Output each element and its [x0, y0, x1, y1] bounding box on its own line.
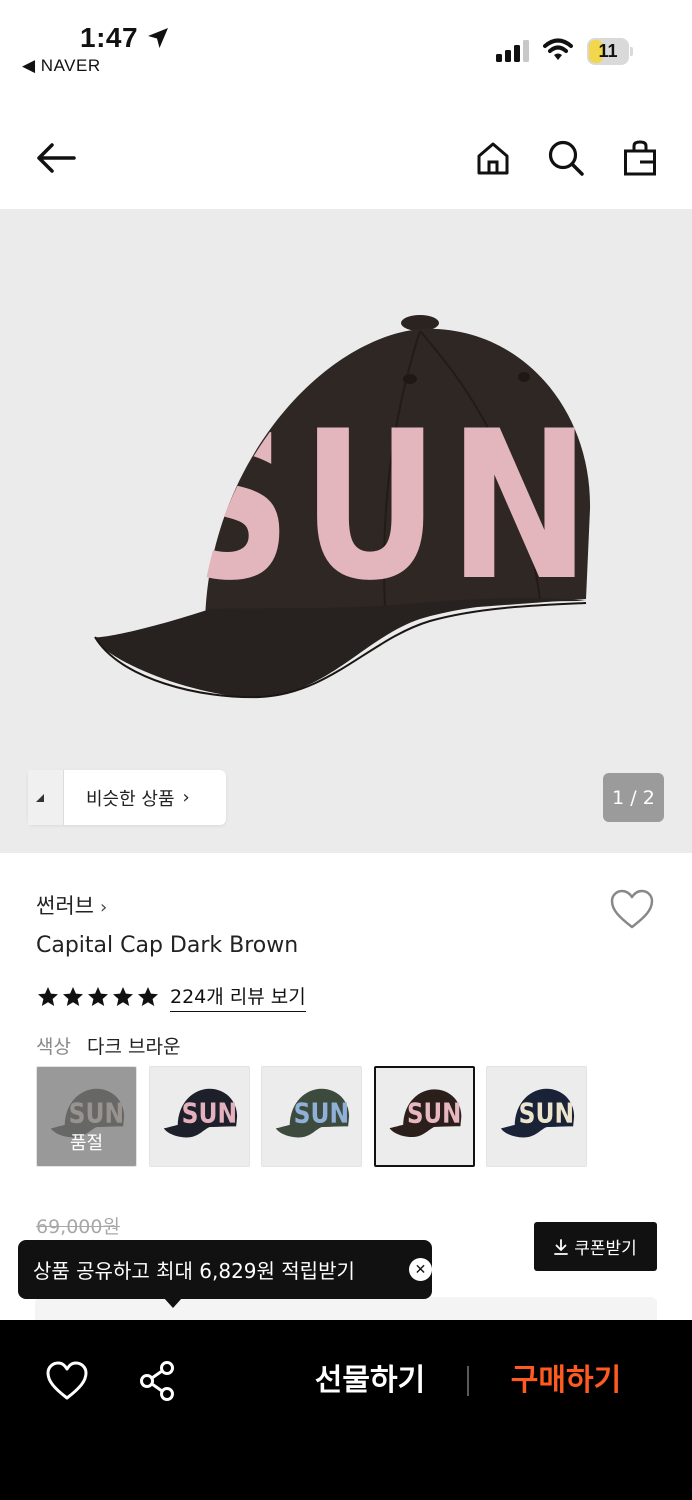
star-icon: [63, 987, 83, 1006]
star-icon: [88, 987, 108, 1006]
gift-button[interactable]: 선물하기: [300, 1358, 440, 1404]
rating-row: 224개 리뷰 보기: [36, 982, 306, 1012]
wifi-icon: [543, 38, 573, 60]
swatch-cap-thumbnail: SUN: [163, 1088, 238, 1138]
swatch-cap-thumbnail: SUN: [389, 1089, 462, 1138]
download-icon: [554, 1238, 569, 1255]
chevron-right-icon: ›: [99, 897, 108, 918]
search-icon: [548, 140, 584, 176]
similar-products-button[interactable]: 비슷한 상품 ›: [28, 770, 226, 825]
soldout-label: 품절: [69, 1133, 104, 1154]
heart-icon[interactable]: [44, 1360, 90, 1402]
location-arrow-icon: [148, 28, 168, 48]
swatch-cap-logo: SUN: [519, 1096, 574, 1129]
product-image-gallery[interactable]: SUN 비슷한 상품 › 1 / 2: [0, 209, 692, 853]
rating-stars: [36, 985, 160, 1009]
image-counter: 1 / 2: [603, 773, 664, 822]
bottom-action-bar: 선물하기 구매하기: [0, 1320, 692, 1500]
brand-name: 썬러브: [36, 894, 94, 918]
arrow-left-icon: [37, 143, 76, 173]
swatch-cap-thumbnail: SUN: [500, 1088, 575, 1138]
home-icon: [477, 142, 509, 175]
color-swatch[interactable]: SUN: [149, 1066, 250, 1167]
back-button[interactable]: [26, 118, 86, 198]
swatch-cap-thumbnail: SUN: [275, 1088, 350, 1138]
buy-button[interactable]: 구매하기: [496, 1358, 636, 1404]
bottom-bar-divider: [467, 1366, 469, 1396]
battery-level: 11: [598, 41, 618, 61]
coupon-button[interactable]: 쿠폰받기: [534, 1222, 657, 1271]
cellular-signal-icon: [496, 40, 529, 62]
share-reward-tooltip: 상품 공유하고 최대 6,829원 적립받기 ✕: [18, 1240, 432, 1308]
original-price: 69,000원: [36, 1216, 120, 1238]
close-circle-icon[interactable]: ✕: [409, 1258, 432, 1281]
color-swatches: SUN품절 SUN SUN SUN SUN: [36, 1066, 596, 1168]
star-icon: [38, 987, 58, 1006]
swatch-cap-logo: SUN: [407, 1098, 461, 1129]
cap-logo-text: SUN: [170, 388, 600, 626]
battery-indicator: 11: [587, 38, 633, 65]
color-value: 다크 브라운: [87, 1036, 181, 1058]
tooltip-text: 상품 공유하고 최대 6,829원 적립받기: [33, 1259, 355, 1283]
swatch-cap-logo: SUN: [294, 1096, 349, 1129]
star-icon: [138, 987, 158, 1006]
status-bar: 1:47 ◀ NAVER 11: [0, 0, 692, 90]
color-swatch[interactable]: SUN: [261, 1066, 362, 1167]
shopping-bag-button[interactable]: [610, 118, 670, 198]
color-swatch[interactable]: SUN: [374, 1066, 475, 1167]
chevron-right-icon: ›: [182, 787, 190, 808]
heart-icon[interactable]: [609, 888, 655, 930]
similar-products-label: 비슷한 상품: [86, 788, 175, 810]
color-label: 색상: [36, 1036, 71, 1058]
coupon-label: 쿠폰받기: [574, 1239, 637, 1259]
share-icon[interactable]: [137, 1360, 179, 1402]
home-button[interactable]: [463, 118, 523, 198]
swatch-cap-logo: SUN: [182, 1096, 237, 1129]
brand-link[interactable]: 썬러브 ›: [36, 890, 107, 920]
color-swatch[interactable]: SUN품절: [36, 1066, 137, 1167]
similar-thumbnails: [28, 770, 64, 825]
shopping-bag-icon: [624, 140, 656, 176]
back-to-app-link[interactable]: ◀ NAVER: [22, 56, 101, 76]
product-image-cap: SUN: [94, 315, 600, 699]
review-link[interactable]: 224개 리뷰 보기: [170, 982, 306, 1012]
tooltip-tail: [164, 1298, 182, 1308]
color-swatch[interactable]: SUN: [486, 1066, 587, 1167]
search-button[interactable]: [536, 118, 596, 198]
top-nav-header: [0, 118, 692, 198]
color-row: 색상 다크 브라운: [36, 1032, 180, 1059]
status-time: 1:47: [80, 22, 139, 53]
product-title: Capital Cap Dark Brown: [36, 933, 299, 958]
star-icon: [113, 987, 133, 1006]
